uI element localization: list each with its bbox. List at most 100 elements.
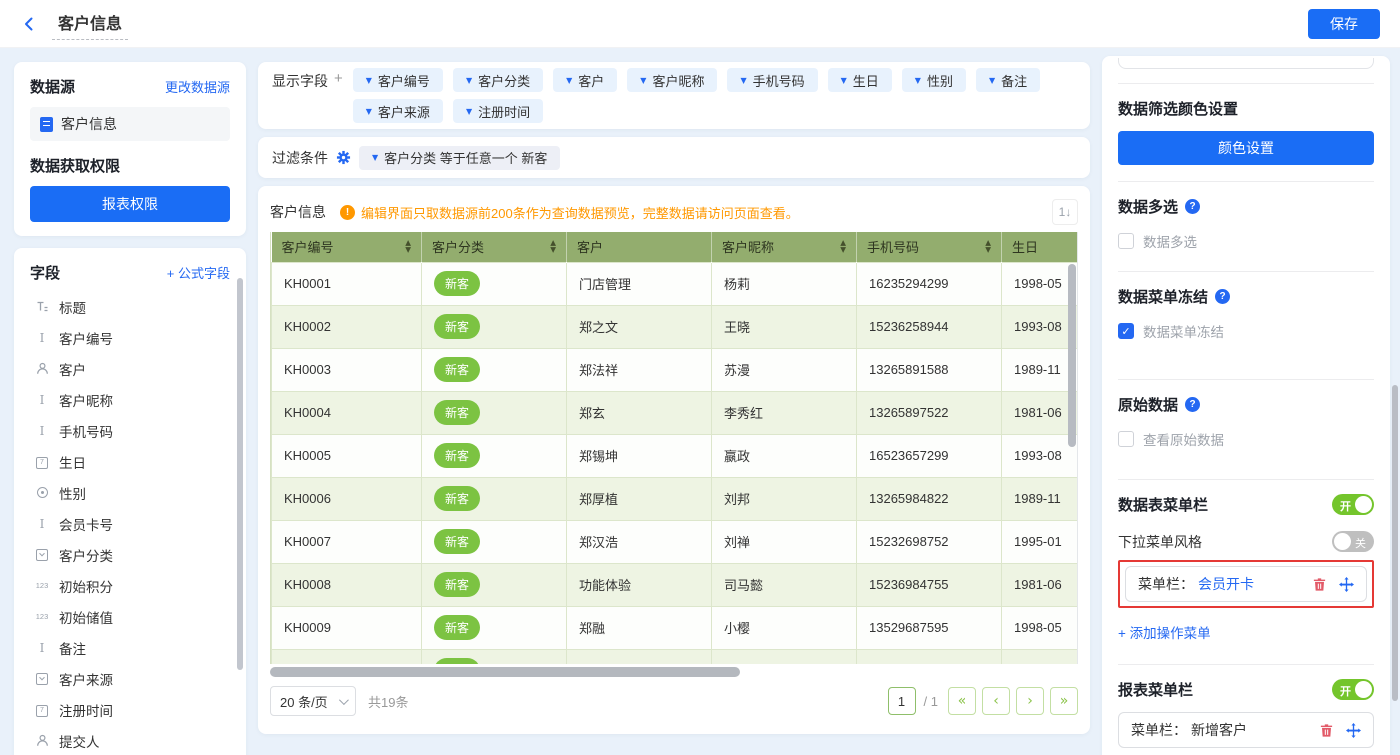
next-page-button[interactable]: ›: [1016, 687, 1044, 715]
table-menu-toggle[interactable]: 开: [1332, 494, 1374, 515]
multi-select-checkbox-row[interactable]: 数据多选: [1118, 231, 1374, 251]
raw-data-checkbox-label: 查看原始数据: [1143, 429, 1224, 449]
caret-down-icon: ▼: [915, 76, 921, 85]
menu-freeze-checkbox[interactable]: ✓: [1118, 323, 1134, 339]
display-field-chip[interactable]: ▼客户来源: [353, 99, 443, 123]
raw-data-checkbox-row[interactable]: 查看原始数据: [1118, 429, 1374, 449]
left-sidebar: 数据源 更改数据源 客户信息 数据获取权限 报表权限 字段 + 公式字段 标题I…: [14, 62, 246, 755]
category-badge: 新客: [434, 357, 480, 382]
field-item[interactable]: 提交人: [30, 725, 230, 755]
column-header-label: 客户编号: [282, 237, 334, 256]
display-field-chip[interactable]: ▼生日: [828, 68, 892, 92]
highlighted-menu-item: 菜单栏： 会员开卡: [1118, 560, 1374, 608]
color-setting-button[interactable]: 颜色设置: [1118, 131, 1374, 165]
display-field-chip[interactable]: ▼备注: [976, 68, 1040, 92]
cell: 1993-08: [1002, 434, 1079, 477]
sort-arrows-icon[interactable]: ▲▼: [550, 240, 556, 253]
display-field-chip[interactable]: ▼性别: [902, 68, 966, 92]
display-fields-label: 显示字段: [272, 69, 328, 93]
field-item[interactable]: 标题: [30, 291, 230, 322]
field-item[interactable]: 性别: [30, 477, 230, 508]
field-item[interactable]: 123初始积分: [30, 570, 230, 601]
cell: KH0005: [272, 434, 422, 477]
table-title: 客户信息: [270, 202, 326, 222]
move-icon[interactable]: [1346, 723, 1361, 738]
cell: KH0001: [272, 262, 422, 305]
column-header[interactable]: 客户编号 ▲▼: [272, 232, 422, 262]
display-field-chip[interactable]: ▼客户编号: [353, 68, 443, 92]
warning-text: 编辑界面只取数据源前200条作为查询数据预览，完整数据请访问页面查看。: [361, 203, 799, 222]
clipped-setting-box: [1118, 58, 1374, 69]
field-item[interactable]: 7注册时间: [30, 694, 230, 725]
menu-item-name[interactable]: 会员开卡: [1198, 574, 1254, 594]
field-item[interactable]: 123初始储值: [30, 601, 230, 632]
add-display-field-icon[interactable]: +: [334, 70, 343, 87]
save-button[interactable]: 保存: [1308, 9, 1380, 39]
sort-tool-button[interactable]: 1↓: [1052, 199, 1078, 225]
field-item-label: 性别: [59, 483, 86, 503]
page-number-input[interactable]: 1: [888, 687, 916, 715]
display-field-chip[interactable]: ▼手机号码: [727, 68, 817, 92]
formula-field-link[interactable]: + 公式字段: [167, 263, 230, 282]
field-item[interactable]: I客户昵称: [30, 384, 230, 415]
sort-arrows-icon[interactable]: ▲▼: [985, 240, 991, 253]
display-field-chip[interactable]: ▼客户昵称: [627, 68, 717, 92]
table-row: KH0009新客郑融小樱135296875951998-05: [272, 606, 1079, 649]
prev-page-button[interactable]: ‹: [982, 687, 1010, 715]
table-vertical-scrollbar[interactable]: [1068, 264, 1076, 447]
menu-freeze-checkbox-row[interactable]: ✓ 数据菜单冻结: [1118, 321, 1374, 341]
window-scrollbar[interactable]: [1392, 385, 1398, 701]
question-icon[interactable]: ?: [1185, 199, 1200, 214]
report-permission-button[interactable]: 报表权限: [30, 186, 230, 222]
display-field-chip[interactable]: ▼ 客户: [553, 68, 617, 92]
filter-condition-chip[interactable]: ▼ 客户分类 等于任意一个 新客: [359, 146, 560, 170]
report-menu-item[interactable]: 菜单栏： 新增客户: [1118, 712, 1374, 748]
trash-icon[interactable]: [1319, 723, 1334, 738]
field-item[interactable]: I手机号码: [30, 415, 230, 446]
display-field-chip[interactable]: ▼客户分类: [453, 68, 543, 92]
back-button[interactable]: [20, 15, 38, 33]
first-page-button[interactable]: «: [948, 687, 976, 715]
field-item[interactable]: I会员卡号: [30, 508, 230, 539]
field-item[interactable]: I客户编号: [30, 322, 230, 353]
main-area: 显示字段 + ▼客户编号▼客户分类▼客户▼客户昵称▼手机号码▼生日▼性别▼备注▼…: [258, 62, 1090, 734]
field-item[interactable]: 客户来源: [30, 663, 230, 694]
field-item[interactable]: 7生日: [30, 446, 230, 477]
question-icon[interactable]: ?: [1185, 397, 1200, 412]
add-action-menu-link[interactable]: + 添加操作菜单: [1118, 622, 1374, 642]
menu-item[interactable]: 菜单栏： 会员开卡: [1125, 566, 1367, 602]
caret-down-icon: ▼: [566, 76, 572, 85]
move-icon[interactable]: [1339, 577, 1354, 592]
raw-data-checkbox[interactable]: [1118, 431, 1134, 447]
sort-arrows-icon[interactable]: ▲▼: [405, 240, 411, 253]
field-item[interactable]: I备注: [30, 632, 230, 663]
cell-category: 新客: [422, 477, 567, 520]
sort-arrows-icon[interactable]: ▲▼: [840, 240, 846, 253]
fields-scrollbar[interactable]: [237, 278, 243, 670]
gear-icon[interactable]: [336, 150, 351, 165]
field-item-label: 客户编号: [59, 328, 113, 348]
display-field-chip[interactable]: ▼注册时间: [453, 99, 543, 123]
column-header[interactable]: 手机号码▲▼: [857, 232, 1002, 262]
field-item-label: 初始储值: [59, 607, 113, 627]
datasource-item[interactable]: 客户信息: [30, 107, 230, 141]
trash-icon[interactable]: [1312, 577, 1327, 592]
cell: 功能体验: [567, 563, 712, 606]
table-horizontal-scrollbar[interactable]: [270, 667, 740, 677]
change-datasource-link[interactable]: 更改数据源: [165, 77, 230, 96]
category-badge: 新客: [434, 443, 480, 468]
dropdown-style-toggle[interactable]: 关: [1332, 531, 1374, 552]
multi-select-checkbox[interactable]: [1118, 233, 1134, 249]
person-icon: [34, 734, 50, 747]
report-menu-toggle[interactable]: 开: [1332, 679, 1374, 700]
field-item-label: 客户昵称: [59, 390, 113, 410]
field-item[interactable]: 客户: [30, 353, 230, 384]
chip-label: 客户: [578, 71, 604, 90]
last-page-button[interactable]: »: [1050, 687, 1078, 715]
column-header[interactable]: 客户分类▲▼: [422, 232, 567, 262]
cell: [712, 649, 857, 664]
column-header[interactable]: 客户昵称▲▼: [712, 232, 857, 262]
question-icon[interactable]: ?: [1215, 289, 1230, 304]
page-size-select[interactable]: 20 条/页: [270, 686, 356, 716]
field-item[interactable]: 客户分类: [30, 539, 230, 570]
